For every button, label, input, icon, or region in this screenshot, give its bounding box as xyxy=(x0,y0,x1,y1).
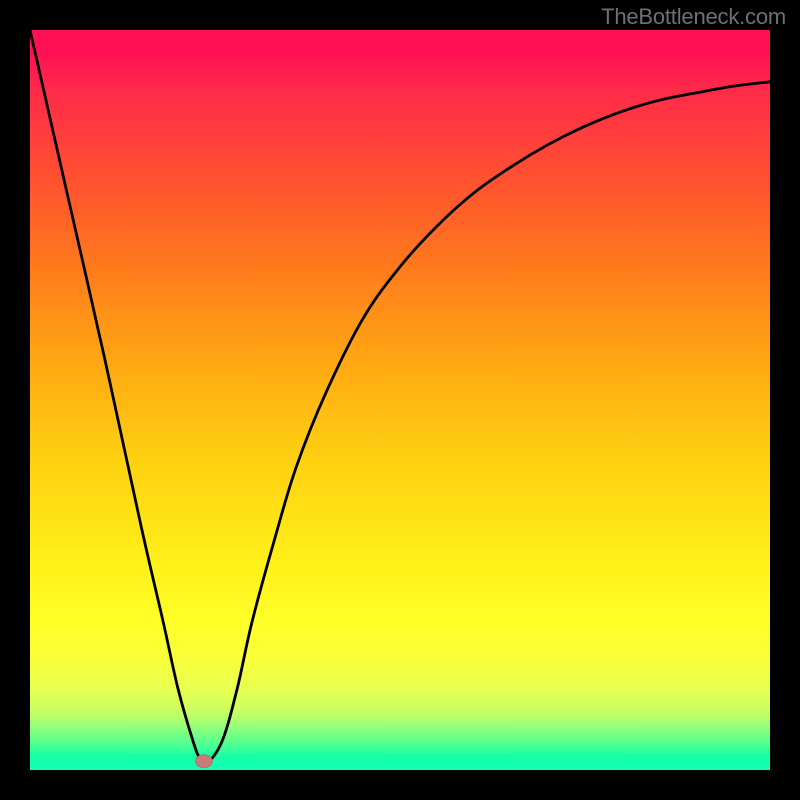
plot-area xyxy=(30,30,770,770)
chart-container: TheBottleneck.com xyxy=(0,0,800,800)
watermark-text: TheBottleneck.com xyxy=(601,4,786,30)
curve-svg xyxy=(30,30,770,770)
minimum-marker xyxy=(195,755,212,768)
bottleneck-curve xyxy=(30,30,770,764)
